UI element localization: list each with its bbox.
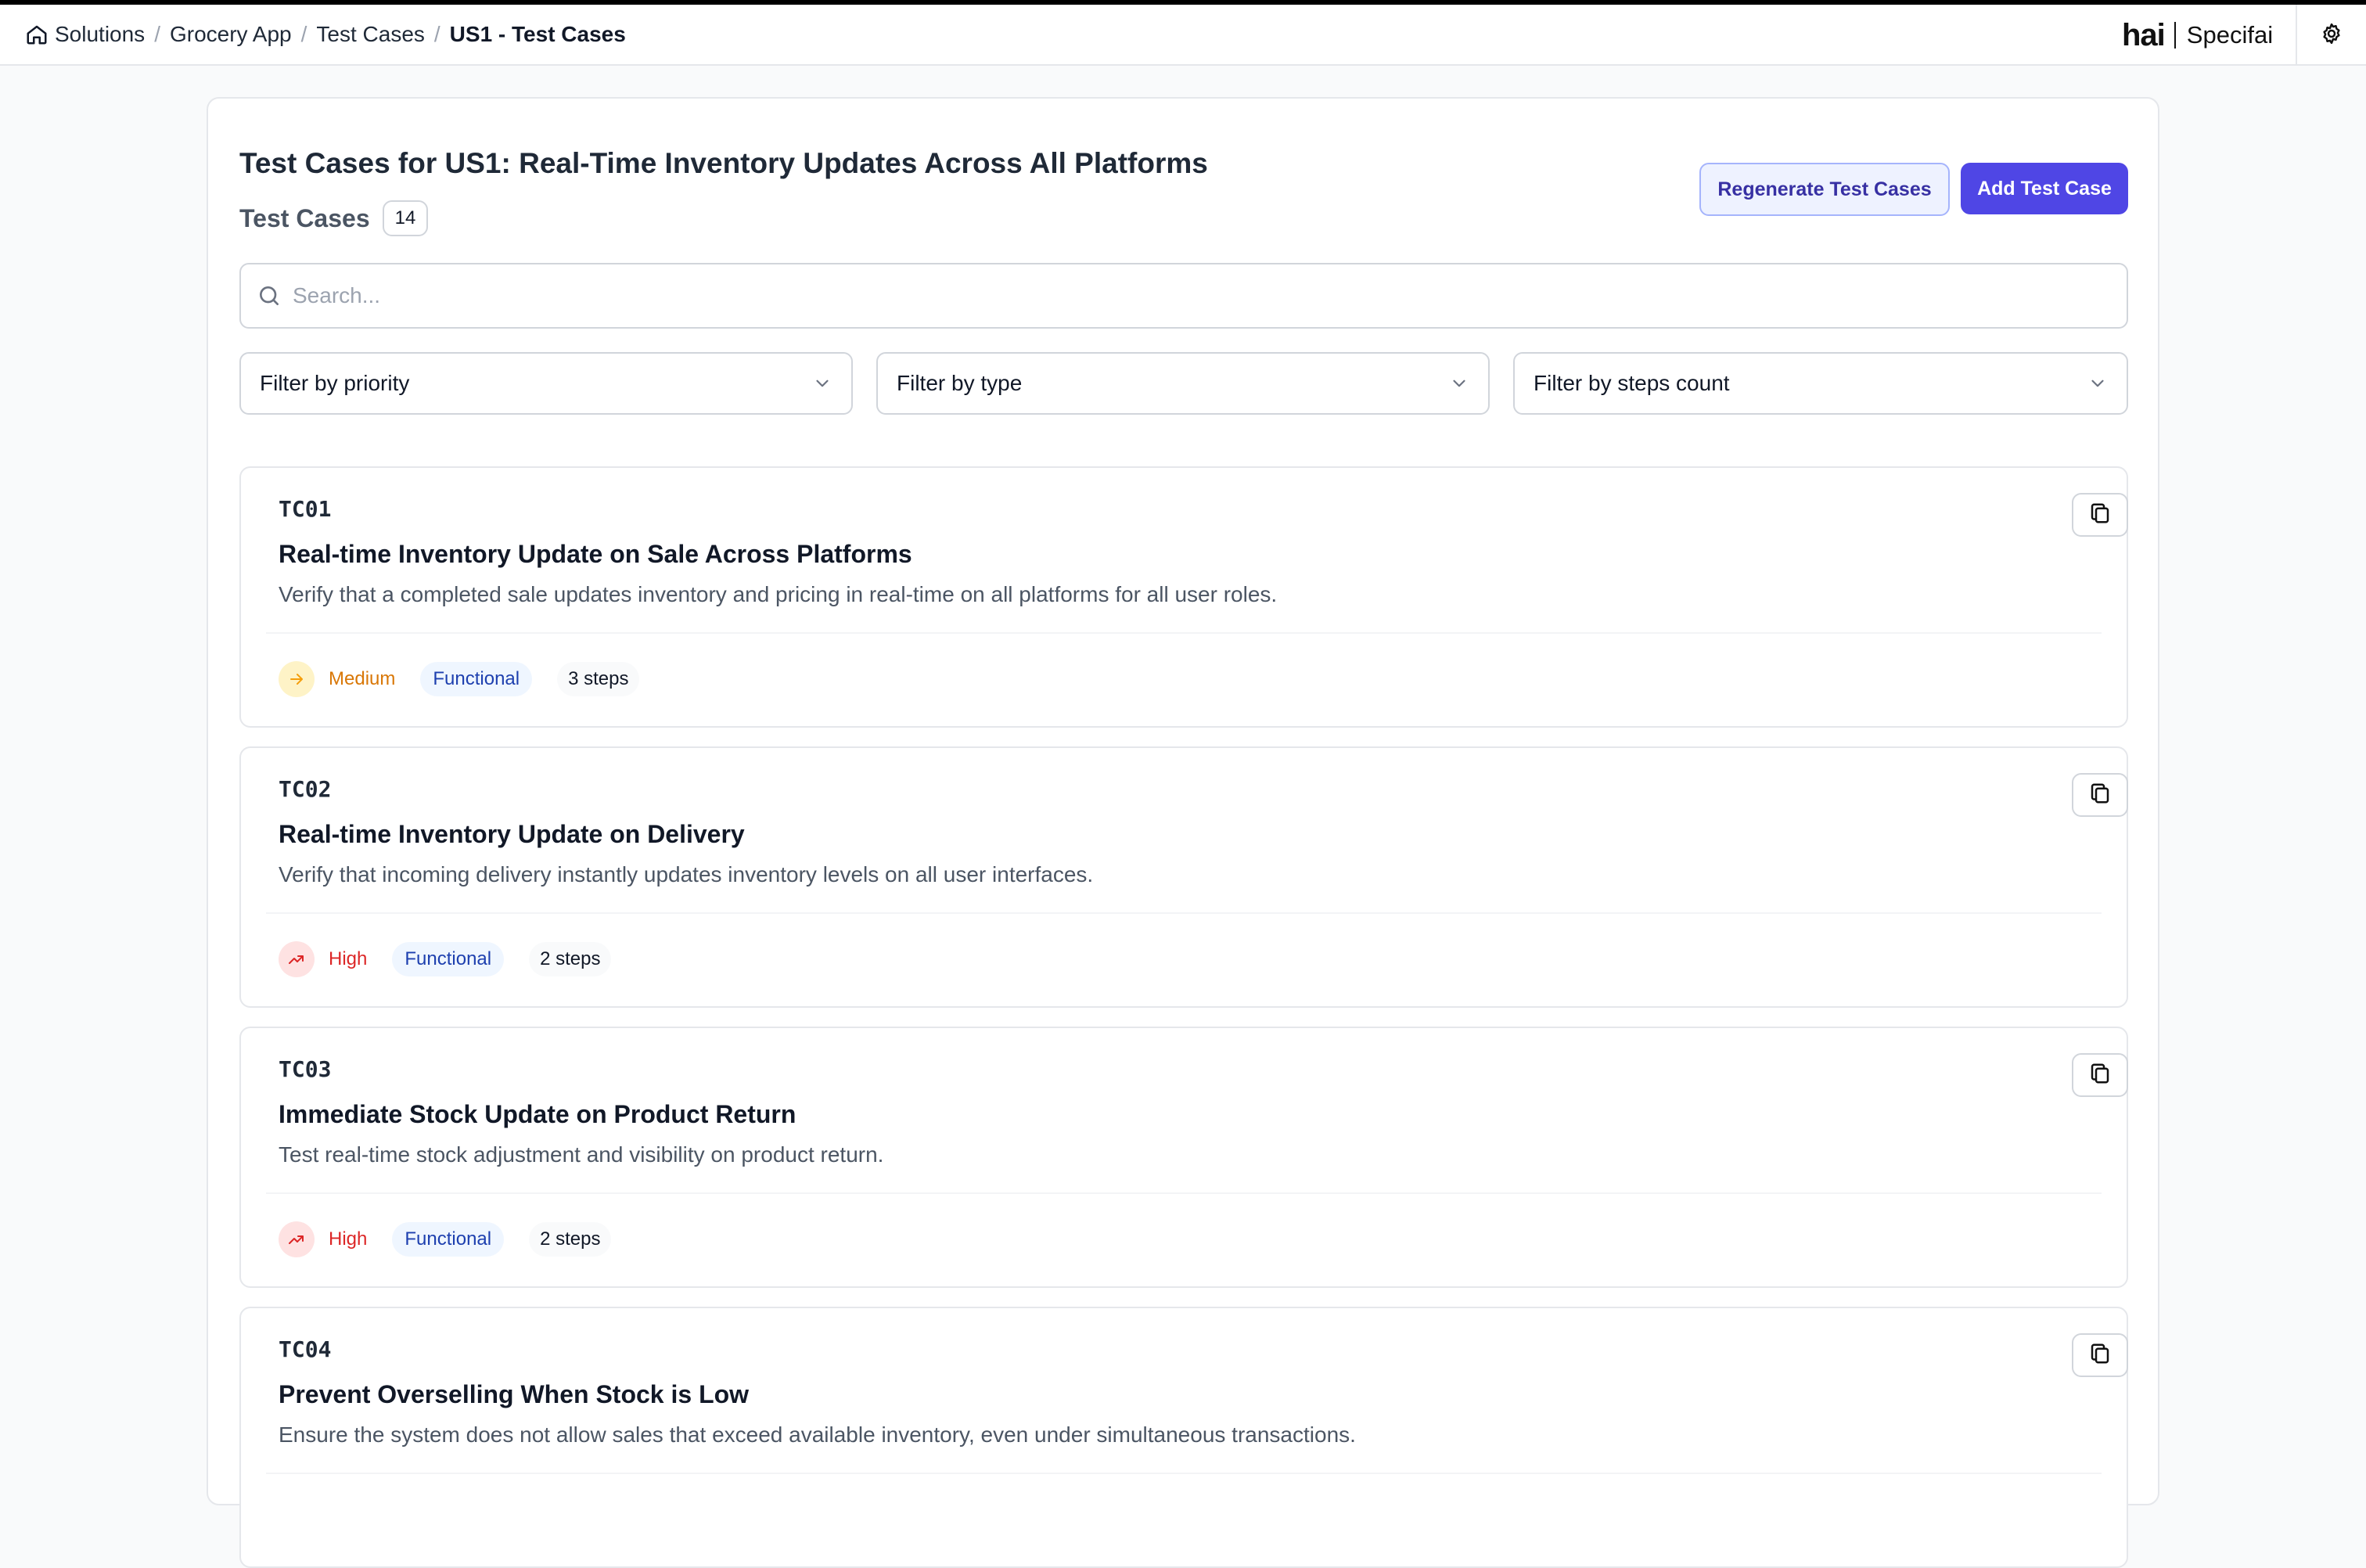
test-case-id: TC03 bbox=[279, 1056, 332, 1082]
test-case-description: Ensure the system does not allow sales t… bbox=[279, 1422, 1356, 1447]
steps-badge: 2 steps bbox=[529, 1222, 612, 1257]
filter-steps-select[interactable]: Filter by steps count bbox=[1513, 352, 2128, 415]
trending-up-icon bbox=[279, 1221, 315, 1257]
breadcrumb-separator: / bbox=[433, 22, 440, 46]
brand-divider bbox=[2174, 22, 2176, 49]
chevron-down-icon bbox=[812, 373, 832, 394]
copy-icon bbox=[2088, 782, 2112, 809]
type-badge: Functional bbox=[392, 1222, 505, 1257]
test-case-title: Real-time Inventory Update on Delivery bbox=[279, 820, 745, 848]
type-badge: Functional bbox=[420, 662, 533, 696]
copy-button[interactable] bbox=[2072, 1333, 2128, 1377]
test-case-meta: Medium Functional 3 steps bbox=[279, 659, 640, 699]
test-case-id: TC04 bbox=[279, 1336, 332, 1362]
search-input[interactable] bbox=[293, 283, 2092, 308]
steps-badge: 2 steps bbox=[529, 942, 612, 976]
card-divider bbox=[266, 632, 2102, 634]
test-case-id: TC02 bbox=[279, 776, 332, 802]
test-case-count: Test Cases 14 bbox=[239, 200, 429, 236]
search-bar bbox=[239, 263, 2128, 329]
brand-name: Specifai bbox=[2186, 21, 2274, 49]
hai-logo: hai bbox=[2122, 17, 2166, 52]
test-case-title: Immediate Stock Update on Product Return bbox=[279, 1100, 796, 1128]
search-icon bbox=[257, 283, 282, 308]
test-case-card[interactable]: TC03 Immediate Stock Update on Product R… bbox=[239, 1027, 2128, 1288]
card-divider bbox=[266, 1473, 2102, 1474]
priority-badge: Medium bbox=[279, 661, 395, 697]
test-case-title: Real-time Inventory Update on Sale Acros… bbox=[279, 540, 912, 568]
add-test-case-button[interactable]: Add Test Case bbox=[1961, 163, 2128, 214]
test-cases-panel: Test Cases for US1: Real-Time Inventory … bbox=[207, 97, 2159, 1568]
priority-badge: High bbox=[279, 941, 367, 977]
test-case-count-badge: 14 bbox=[382, 200, 429, 236]
filter-steps-label: Filter by steps count bbox=[1534, 371, 1730, 395]
test-case-meta: High Functional 2 steps bbox=[279, 1219, 612, 1260]
gear-icon bbox=[2320, 22, 2343, 49]
page-title: Test Cases for US1: Real-Time Inventory … bbox=[239, 147, 1208, 179]
test-case-card[interactable]: TC04 Prevent Overselling When Stock is L… bbox=[239, 1307, 2128, 1568]
copy-icon bbox=[2088, 1342, 2112, 1369]
settings-button[interactable] bbox=[2296, 5, 2366, 66]
card-divider bbox=[266, 1192, 2102, 1194]
copy-button[interactable] bbox=[2072, 493, 2128, 537]
test-case-meta: High Functional 2 steps bbox=[279, 939, 612, 980]
priority-label: High bbox=[329, 948, 368, 969]
test-case-description: Test real-time stock adjustment and visi… bbox=[279, 1142, 884, 1167]
copy-button[interactable] bbox=[2072, 1053, 2128, 1097]
arrow-right-icon bbox=[279, 661, 315, 697]
breadcrumb-grocery-app[interactable]: Grocery App bbox=[170, 22, 292, 47]
type-badge: Functional bbox=[392, 942, 505, 976]
brand: hai Specifai bbox=[2122, 5, 2273, 66]
chevron-down-icon bbox=[2087, 373, 2108, 394]
filter-type-label: Filter by type bbox=[897, 371, 1023, 395]
copy-icon bbox=[2088, 502, 2112, 529]
top-bar: Solutions / Grocery App / Test Cases / U… bbox=[0, 5, 2366, 66]
test-case-card[interactable]: TC01 Real-time Inventory Update on Sale … bbox=[239, 466, 2128, 728]
priority-badge: High bbox=[279, 1221, 367, 1257]
copy-icon bbox=[2088, 1062, 2112, 1089]
breadcrumb-separator: / bbox=[154, 22, 160, 46]
priority-label: High bbox=[329, 1228, 368, 1250]
test-case-description: Verify that incoming delivery instantly … bbox=[279, 862, 1094, 886]
test-case-title: Prevent Overselling When Stock is Low bbox=[279, 1380, 750, 1408]
home-icon bbox=[25, 23, 49, 46]
breadcrumb: Solutions / Grocery App / Test Cases / U… bbox=[25, 22, 626, 47]
breadcrumb-solutions[interactable]: Solutions bbox=[25, 22, 145, 47]
filter-priority-select[interactable]: Filter by priority bbox=[239, 352, 853, 415]
priority-label: Medium bbox=[329, 668, 396, 689]
regenerate-test-cases-button[interactable]: Regenerate Test Cases bbox=[1699, 163, 1950, 216]
breadcrumb-label: Solutions bbox=[55, 22, 146, 46]
test-case-count-label: Test Cases bbox=[239, 203, 370, 232]
card-divider bbox=[266, 912, 2102, 914]
chevron-down-icon bbox=[1449, 373, 1469, 394]
breadcrumb-test-cases[interactable]: Test Cases bbox=[316, 22, 425, 47]
filter-priority-label: Filter by priority bbox=[260, 371, 410, 395]
copy-button[interactable] bbox=[2072, 773, 2128, 817]
breadcrumb-current: US1 - Test Cases bbox=[449, 22, 626, 46]
filter-type-select[interactable]: Filter by type bbox=[876, 352, 1490, 415]
breadcrumb-separator: / bbox=[300, 22, 307, 46]
trending-up-icon bbox=[279, 941, 315, 977]
test-case-card[interactable]: TC02 Real-time Inventory Update on Deliv… bbox=[239, 746, 2128, 1008]
test-case-id: TC01 bbox=[279, 496, 332, 522]
steps-badge: 3 steps bbox=[557, 662, 640, 696]
test-case-description: Verify that a completed sale updates inv… bbox=[279, 582, 1278, 606]
